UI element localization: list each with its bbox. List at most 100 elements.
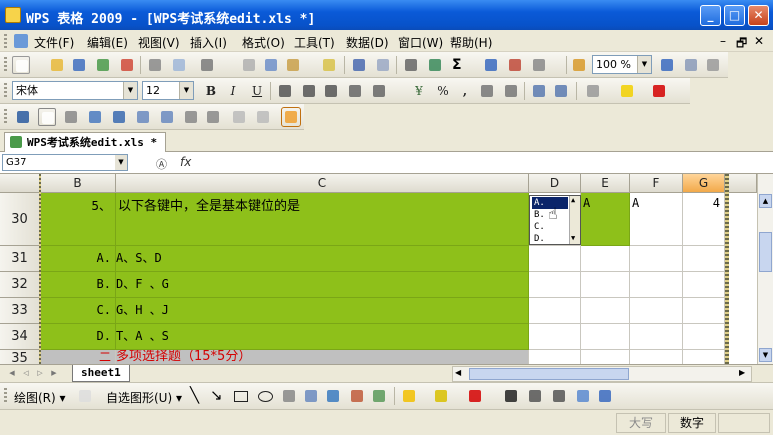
cell-b31[interactable]: A. bbox=[40, 246, 116, 272]
scroll-up-icon[interactable]: ▲ bbox=[571, 196, 575, 204]
merge-cells-icon[interactable] bbox=[370, 82, 388, 100]
arrow-style-icon[interactable] bbox=[550, 387, 568, 405]
thousands-button[interactable]: , bbox=[456, 82, 474, 100]
validation-dropdown-list[interactable]: A. B. C. D. ▲ ▼ ☝ bbox=[529, 195, 581, 245]
toggle-view-icon[interactable] bbox=[682, 56, 700, 74]
menu-insert[interactable]: 插入(I) bbox=[190, 34, 227, 51]
zoom-icon[interactable] bbox=[704, 56, 722, 74]
send-icon[interactable] bbox=[94, 56, 112, 74]
select-pointer-icon[interactable] bbox=[76, 387, 94, 405]
clipart-icon[interactable] bbox=[348, 387, 366, 405]
scroll-left-icon[interactable]: ◀ bbox=[455, 368, 461, 377]
cell-d35[interactable] bbox=[529, 350, 581, 364]
listbox-control-icon[interactable] bbox=[134, 108, 152, 126]
cell-f31[interactable] bbox=[630, 246, 683, 272]
groupbox-control-icon[interactable] bbox=[38, 108, 56, 126]
doc-restore-button[interactable]: 🗗 bbox=[736, 34, 747, 55]
menu-help[interactable]: 帮助(H) bbox=[450, 34, 492, 51]
menu-window[interactable]: 窗口(W) bbox=[398, 34, 443, 51]
percent-button[interactable]: % bbox=[434, 82, 452, 100]
align-center-icon[interactable] bbox=[300, 82, 318, 100]
cell-g31[interactable] bbox=[683, 246, 725, 272]
line-style-icon[interactable] bbox=[502, 387, 520, 405]
column-header[interactable]: C bbox=[116, 174, 529, 193]
cell-e32[interactable] bbox=[581, 272, 630, 298]
copy-icon[interactable] bbox=[262, 56, 280, 74]
cell-c34[interactable]: T、A 、S bbox=[116, 324, 529, 350]
scrollbar-control-icon[interactable] bbox=[182, 108, 200, 126]
underline-button[interactable]: U bbox=[248, 82, 266, 100]
document-tab[interactable]: WPS考试系统edit.xls * bbox=[4, 132, 167, 152]
insert-function-icon[interactable] bbox=[402, 56, 420, 74]
validation-list-scrollbar[interactable]: ▲ ▼ bbox=[569, 196, 580, 244]
close-button[interactable]: ✕ bbox=[748, 5, 769, 26]
row-header[interactable]: 30 bbox=[0, 193, 40, 246]
textbox-icon[interactable] bbox=[280, 387, 298, 405]
dash-style-icon[interactable] bbox=[526, 387, 544, 405]
menu-data[interactable]: 数据(D) bbox=[346, 34, 389, 51]
hyperlink-icon[interactable] bbox=[426, 56, 444, 74]
merge-center-icon[interactable] bbox=[346, 82, 364, 100]
checkbox-control-icon[interactable] bbox=[86, 108, 104, 126]
cell-g34[interactable] bbox=[683, 324, 725, 350]
cell-e33[interactable] bbox=[581, 298, 630, 324]
undo-icon[interactable] bbox=[350, 56, 368, 74]
cell-e35[interactable] bbox=[581, 350, 630, 364]
cell-f35[interactable] bbox=[630, 350, 683, 364]
line-icon[interactable]: ╲ bbox=[190, 386, 199, 404]
cell-c33[interactable]: G、H 、J bbox=[116, 298, 529, 324]
column-header[interactable]: B bbox=[40, 174, 116, 193]
split-pane-divider[interactable] bbox=[725, 174, 729, 364]
edit-code-icon[interactable] bbox=[254, 108, 272, 126]
scroll-down-icon[interactable]: ▼ bbox=[759, 348, 772, 362]
column-header-partial[interactable] bbox=[725, 174, 757, 193]
borders-icon[interactable] bbox=[584, 82, 602, 100]
new-icon[interactable] bbox=[12, 56, 30, 74]
italic-button[interactable]: I bbox=[224, 82, 242, 100]
cell-b32[interactable]: B. bbox=[40, 272, 116, 298]
cell-f34[interactable] bbox=[630, 324, 683, 350]
chevron-down-icon[interactable]: ▼ bbox=[123, 82, 137, 99]
chevron-down-icon[interactable]: ▼ bbox=[179, 82, 193, 99]
column-header[interactable]: E bbox=[581, 174, 630, 193]
cancel-formula-icon[interactable]: Ⓐ bbox=[156, 156, 167, 172]
help-icon[interactable] bbox=[658, 56, 676, 74]
toolbar-grip[interactable] bbox=[4, 57, 7, 73]
ellipse-icon[interactable] bbox=[258, 391, 273, 402]
column-header[interactable]: F bbox=[630, 174, 683, 193]
cell-e30[interactable]: A bbox=[581, 193, 630, 246]
cell-d34[interactable] bbox=[529, 324, 581, 350]
menu-file[interactable]: 文件(F) bbox=[34, 34, 74, 51]
validation-option[interactable]: D. bbox=[532, 233, 568, 245]
cell-g32[interactable] bbox=[683, 272, 725, 298]
row-header[interactable]: 34 bbox=[0, 324, 40, 350]
cell-c32[interactable]: D、F 、G bbox=[116, 272, 529, 298]
sort-ascending-icon[interactable] bbox=[482, 56, 500, 74]
cell-g33[interactable] bbox=[683, 298, 725, 324]
vertical-scroll-thumb[interactable] bbox=[759, 232, 772, 272]
cell-b34[interactable]: D. bbox=[40, 324, 116, 350]
font-size-combo[interactable]: 12 ▼ bbox=[142, 81, 194, 100]
decrease-decimal-icon[interactable] bbox=[502, 82, 520, 100]
spinner-control-icon[interactable] bbox=[204, 108, 222, 126]
font-name-combo[interactable]: 宋体 ▼ bbox=[12, 81, 138, 100]
export-pdf-icon[interactable] bbox=[118, 56, 136, 74]
increase-decimal-icon[interactable] bbox=[478, 82, 496, 100]
cell-f33[interactable] bbox=[630, 298, 683, 324]
next-sheet-icon[interactable]: ▷ bbox=[34, 367, 46, 380]
cell-d33[interactable] bbox=[529, 298, 581, 324]
align-right-icon[interactable] bbox=[322, 82, 340, 100]
toolbar-grip[interactable] bbox=[4, 109, 7, 125]
arrow-icon[interactable]: ↘ bbox=[210, 386, 223, 404]
cell-d32[interactable] bbox=[529, 272, 581, 298]
toolbar-grip[interactable] bbox=[4, 83, 7, 99]
doc-minimize-button[interactable]: – bbox=[720, 34, 726, 48]
currency-button[interactable]: ¥ bbox=[410, 82, 428, 100]
toggle-grid-icon[interactable] bbox=[281, 107, 301, 127]
vertical-scrollbar[interactable]: ▲ ▼ bbox=[757, 174, 773, 364]
last-sheet-icon[interactable]: ▶ bbox=[48, 367, 60, 380]
paste-icon[interactable] bbox=[284, 56, 302, 74]
cell-f32[interactable] bbox=[630, 272, 683, 298]
formula-input[interactable] bbox=[198, 154, 768, 172]
draw-menu-button[interactable]: 绘图(R) ▾ bbox=[14, 389, 66, 406]
